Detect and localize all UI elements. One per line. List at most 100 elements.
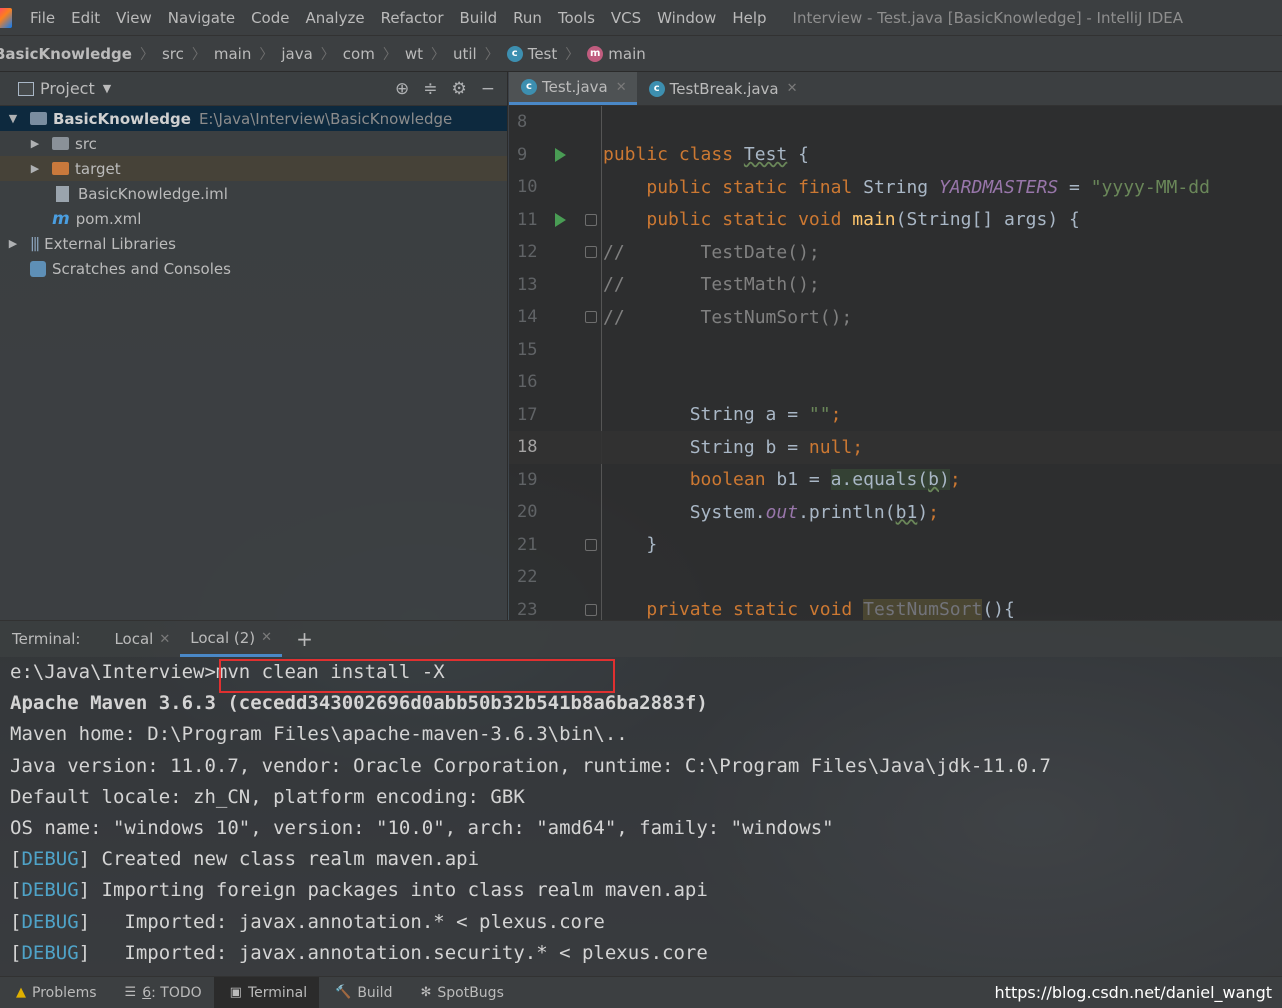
collapsed-arrow-icon[interactable]: ▶: [6, 237, 20, 250]
line-number: 15: [517, 339, 538, 360]
chevron-right-icon: 〉: [139, 46, 154, 63]
breadcrumb-main-label: main: [608, 44, 646, 63]
collapse-all-icon[interactable]: ≑: [423, 79, 437, 99]
code-line: 12 // TestDate();: [509, 236, 1282, 269]
hammer-icon: 🔨: [335, 985, 352, 1000]
terminal-icon: ▣: [229, 985, 242, 1000]
collapsed-arrow-icon[interactable]: ▶: [28, 137, 42, 150]
fold-icon[interactable]: [585, 538, 597, 551]
chevron-right-icon: 〉: [484, 46, 499, 63]
tree-item-target[interactable]: ▶ target: [0, 156, 507, 181]
expanded-arrow-icon[interactable]: ▼: [6, 112, 20, 125]
build-button[interactable]: 🔨 Build: [319, 977, 404, 1008]
terminal-line: Apache Maven 3.6.3 (cecedd343002696d0abb…: [10, 692, 708, 715]
menu-edit[interactable]: Edit: [63, 9, 108, 27]
tree-root-path: E:\Java\Interview\BasicKnowledge: [198, 109, 453, 128]
menu-view[interactable]: View: [108, 9, 160, 27]
fold-icon[interactable]: [585, 311, 597, 323]
class-icon: c: [648, 80, 665, 97]
chevron-right-icon: 〉: [565, 46, 580, 63]
breadcrumb-com[interactable]: com: [343, 45, 375, 63]
new-terminal-button[interactable]: +: [296, 627, 313, 651]
menu-help[interactable]: Help: [724, 9, 774, 27]
menu-navigate[interactable]: Navigate: [160, 9, 243, 27]
chevron-right-icon: 〉: [259, 46, 274, 63]
breadcrumb-src[interactable]: src: [162, 45, 184, 63]
tab-testbreak-java[interactable]: c TestBreak.java ✕: [637, 72, 808, 105]
debug-text: Imported: javax.annotation.* < plexus.co…: [101, 910, 605, 933]
debug-tag: DEBUG: [21, 941, 79, 964]
code-line: 17 String a = "";: [509, 399, 1282, 432]
breadcrumb-project[interactable]: BasicKnowledge: [0, 45, 132, 63]
tree-item-scratches[interactable]: Scratches and Consoles: [0, 256, 507, 281]
menu-analyze[interactable]: Analyze: [297, 9, 372, 27]
menu-run[interactable]: Run: [505, 9, 550, 27]
run-icon[interactable]: [555, 212, 566, 227]
tab-test-java[interactable]: c Test.java ✕: [509, 72, 637, 105]
code-text: String a = "";: [603, 404, 842, 426]
breadcrumb-main-method[interactable]: m main: [587, 44, 646, 63]
todo-number: 6: [142, 984, 152, 1001]
problems-button[interactable]: ▲ Problems: [0, 977, 109, 1008]
breadcrumb-java[interactable]: java: [281, 45, 312, 63]
collapsed-arrow-icon[interactable]: ▶: [28, 162, 42, 175]
tree-item-pom[interactable]: m pom.xml: [0, 206, 507, 231]
menu-code[interactable]: Code: [243, 9, 297, 27]
line-number: 23: [517, 599, 538, 620]
code-line: 10 public static final String YARDMASTER…: [509, 171, 1282, 204]
menu-vcs[interactable]: VCS: [603, 9, 649, 27]
intellij-logo-icon: [0, 7, 12, 28]
tree-item-iml[interactable]: BasicKnowledge.iml: [0, 181, 507, 206]
tree-item-external-libraries[interactable]: ▶ ||| External Libraries: [0, 231, 507, 256]
spotbugs-button[interactable]: ✻ SpotBugs: [404, 977, 515, 1008]
terminal-debug-line: [DEBUG] Imported: javax.annotation.secur…: [10, 941, 708, 964]
terminal-tab-local-2[interactable]: Local (2) ✕: [180, 621, 283, 657]
tab-label: TestBreak.java: [669, 79, 779, 98]
close-icon[interactable]: ✕: [261, 630, 272, 645]
terminal-tab-local[interactable]: Local ✕: [104, 621, 180, 657]
todo-label: : TODO: [151, 984, 202, 1001]
run-icon[interactable]: [555, 147, 566, 162]
fold-icon[interactable]: [585, 603, 597, 616]
menu-refactor[interactable]: Refactor: [373, 9, 452, 27]
fold-icon[interactable]: [585, 213, 597, 226]
tree-item-src[interactable]: ▶ src: [0, 131, 507, 156]
locate-file-icon[interactable]: ⊕: [395, 79, 409, 99]
maven-file-icon: m: [52, 208, 70, 229]
code-line: 20 System.out.println(b1);: [509, 496, 1282, 529]
breadcrumb-util[interactable]: util: [453, 45, 477, 63]
code-text: // TestNumSort();: [603, 306, 853, 328]
menu-file[interactable]: File: [22, 9, 63, 27]
iml-file-icon: [56, 185, 69, 202]
debug-text: Importing foreign packages into class re…: [101, 879, 708, 902]
terminal-tabs: Terminal: Local ✕ Local (2) ✕ +: [0, 621, 1282, 657]
dropdown-caret-icon[interactable]: ▼: [103, 82, 111, 95]
menu-build[interactable]: Build: [452, 9, 506, 27]
close-icon[interactable]: ✕: [159, 632, 170, 647]
hide-panel-icon[interactable]: −: [481, 79, 495, 99]
project-panel-toolbar: ⊕ ≑ ⚙ −: [395, 79, 507, 99]
tree-item-label: pom.xml: [75, 209, 142, 228]
code-text: public static void main(String[] args) {: [646, 209, 1080, 231]
terminal-output[interactable]: e:\Java\Interview>mvn clean install -X A…: [0, 657, 1282, 969]
todo-button[interactable]: ☰ 6: TODO: [109, 977, 214, 1008]
gear-icon[interactable]: ⚙: [452, 79, 467, 99]
tree-item-root[interactable]: ▼ BasicKnowledge E:\Java\Interview\Basic…: [0, 106, 507, 131]
code-area[interactable]: 8 9 public class Test { 10 public static…: [509, 106, 1282, 620]
project-view-selector[interactable]: Project: [40, 79, 95, 98]
breadcrumb-test-class[interactable]: c Test: [506, 44, 558, 63]
fold-icon[interactable]: [585, 246, 597, 258]
close-icon[interactable]: ✕: [787, 81, 798, 96]
menu-tools[interactable]: Tools: [550, 9, 603, 27]
terminal-button[interactable]: ▣ Terminal: [213, 976, 320, 1008]
code-text: String b = null;: [603, 436, 864, 458]
breadcrumb-main[interactable]: main: [214, 45, 251, 63]
close-icon[interactable]: ✕: [616, 80, 627, 95]
terminal-debug-line: [DEBUG] Created new class realm maven.ap…: [10, 848, 480, 871]
tree-item-label: src: [75, 134, 97, 153]
spotbugs-label: SpotBugs: [437, 984, 504, 1001]
breadcrumb-wt[interactable]: wt: [405, 45, 423, 63]
breadcrumb-test-label: Test: [527, 44, 558, 63]
menu-window[interactable]: Window: [649, 9, 724, 27]
line-number: 16: [517, 372, 538, 393]
